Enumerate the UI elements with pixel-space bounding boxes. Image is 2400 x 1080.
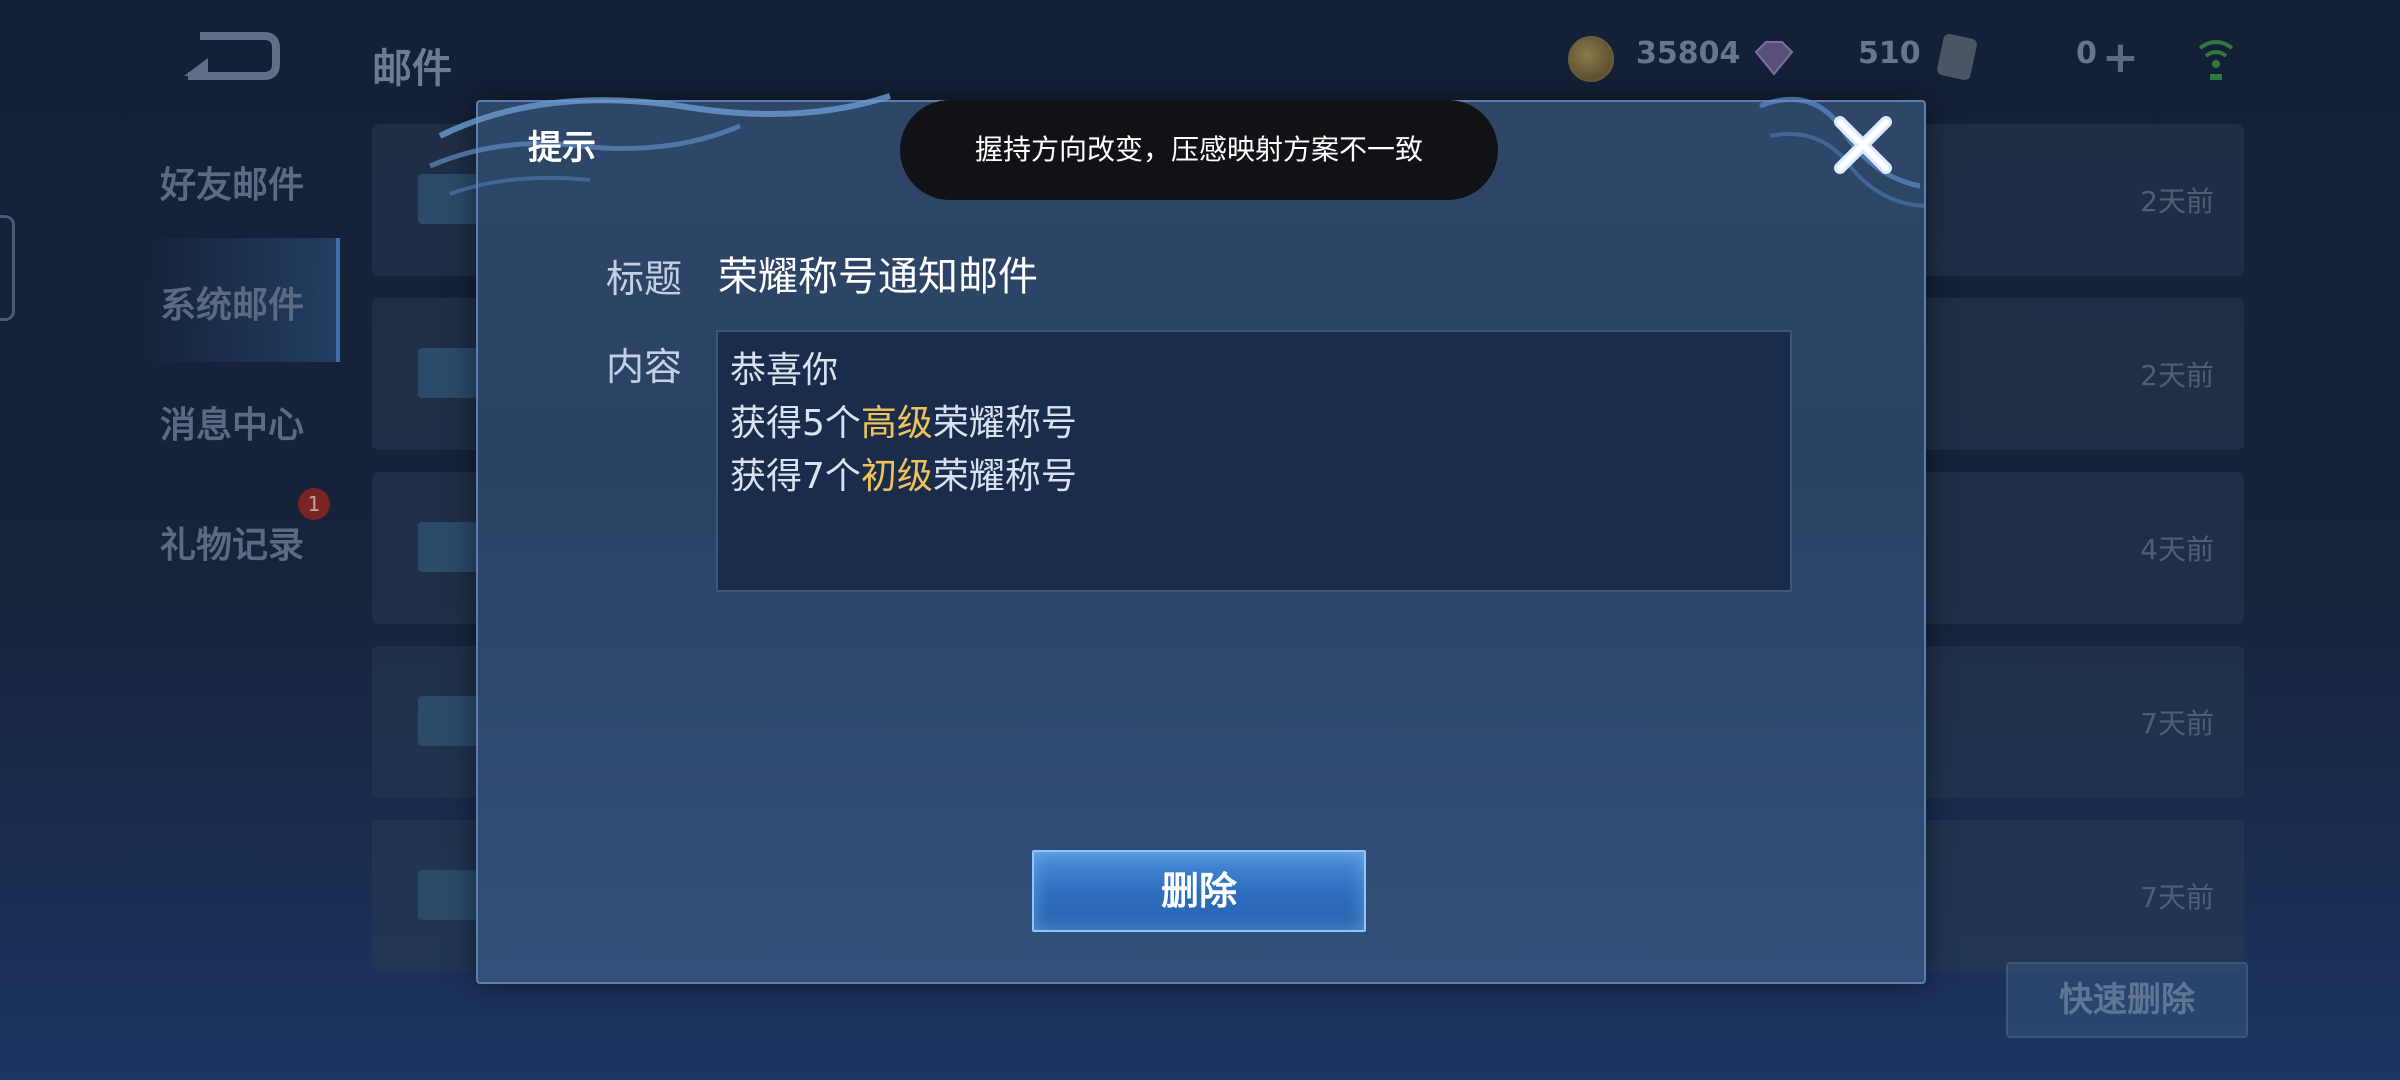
content-line: 获得5个高级荣耀称号 [730,403,1077,444]
close-icon[interactable] [1826,108,1900,182]
mail-time: 2天前 [2140,359,2214,392]
decorative-swirl [429,93,891,196]
content-line: 恭喜你 [730,350,839,391]
mail-time: 4天前 [2140,533,2214,566]
toast-message: 握持方向改变，压感映射方案不一致 [900,100,1498,200]
mail-time: 2天前 [2140,185,2214,218]
gem-icon [1754,41,1794,76]
mail-content-box: 恭喜你 获得5个高级荣耀称号 获得7个初级荣耀称号 [716,330,1792,592]
mail-time: 7天前 [2140,881,2214,914]
sidebar-item-system-mail[interactable]: 系统邮件 [160,276,304,328]
gem-count: 510 [1858,36,1921,71]
wifi-icon [2198,40,2234,80]
quick-delete-button[interactable]: 快速删除 [2006,962,2248,1038]
content-line: 获得7个初级荣耀称号 [730,456,1077,497]
ticket-icon [1936,32,1978,82]
mail-thumbnail [418,348,478,398]
sidebar-item-message-center[interactable]: 消息中心 [160,396,304,448]
mail-thumbnail [418,870,478,920]
title-label: 标题 [606,257,683,301]
back-arrow-icon[interactable] [180,28,280,84]
dialog-title: 提示 [528,128,596,168]
coin-count: 35804 [1636,36,1741,71]
mail-title-value: 荣耀称号通知邮件 [718,254,1038,300]
mail-thumbnail [418,522,478,572]
notification-badge: 1 [298,488,330,520]
mail-time: 7天前 [2140,707,2214,740]
plus-icon[interactable]: + [2102,32,2139,83]
sidebar-item-gift-record[interactable]: 礼物记录 [160,516,304,568]
content-label: 内容 [606,345,683,389]
sidebar-item-friend-mail[interactable]: 好友邮件 [160,156,304,208]
mail-thumbnail [418,696,478,746]
ticket-count: 0 [2076,36,2097,71]
left-edge-tab[interactable] [0,215,15,321]
highlight-text: 初级 [860,456,933,497]
delete-button[interactable]: 删除 [1032,850,1366,932]
coin-icon [1568,36,1614,82]
highlight-text: 高级 [860,403,933,444]
